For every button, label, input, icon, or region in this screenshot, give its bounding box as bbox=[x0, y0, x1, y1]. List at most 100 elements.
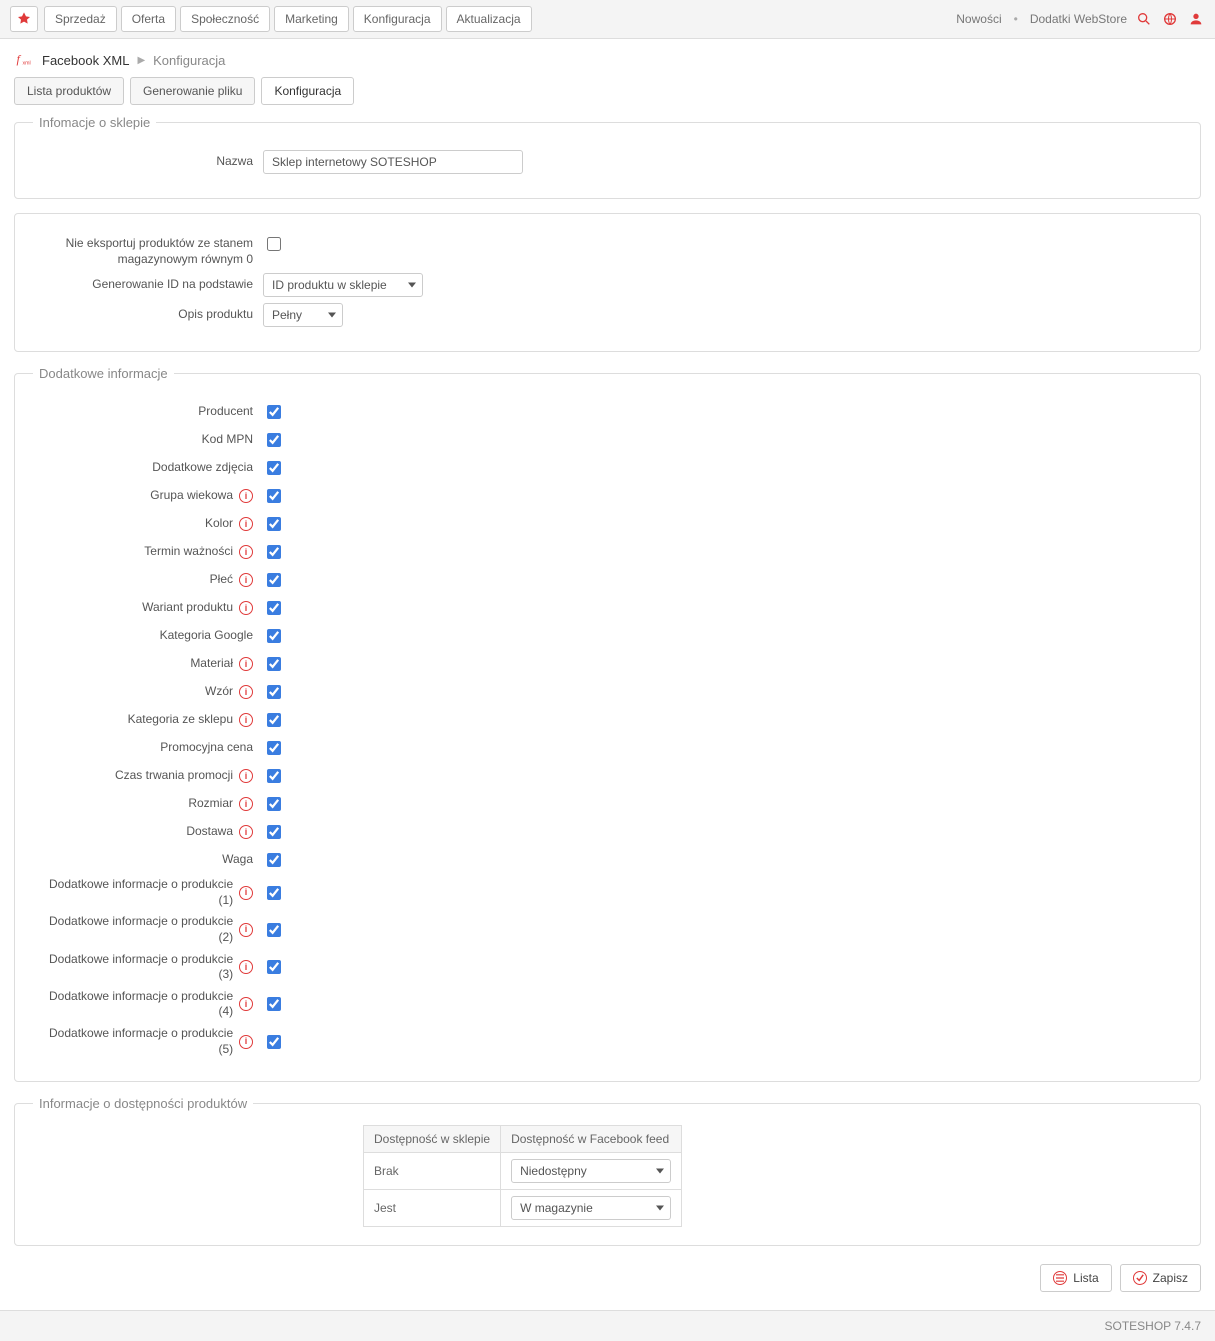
additional-checkbox[interactable] bbox=[267, 886, 281, 900]
additional-checkbox[interactable] bbox=[267, 433, 281, 447]
additional-checkbox[interactable] bbox=[267, 825, 281, 839]
svg-text:xml: xml bbox=[23, 61, 31, 67]
additional-row: Kategoria Google bbox=[33, 625, 1182, 647]
separator-dot: • bbox=[1014, 12, 1018, 26]
availability-select[interactable]: W magazynie bbox=[511, 1196, 671, 1220]
gen-id-value: ID produktu w sklepie bbox=[272, 278, 387, 292]
additional-checkbox[interactable] bbox=[267, 517, 281, 531]
info-icon[interactable] bbox=[239, 517, 253, 531]
webstore-link[interactable]: Dodatki WebStore bbox=[1030, 12, 1127, 26]
topbar: SprzedażOfertaSpołecznośćMarketingKonfig… bbox=[0, 0, 1215, 39]
nav-aktualizacja[interactable]: Aktualizacja bbox=[446, 6, 532, 32]
additional-label: Dodatkowe informacje o produkcie (5) bbox=[33, 1026, 263, 1057]
additional-row: Dodatkowe informacje o produkcie (4) bbox=[33, 989, 1182, 1020]
additional-row: Rozmiar bbox=[33, 793, 1182, 815]
additional-label: Płeć bbox=[33, 572, 263, 588]
version-label: SOTESHOP 7.4.7 bbox=[1105, 1319, 1202, 1333]
additional-label: Dodatkowe informacje o produkcie (2) bbox=[33, 914, 263, 945]
user-icon[interactable] bbox=[1187, 10, 1205, 28]
additional-checkbox[interactable] bbox=[267, 685, 281, 699]
info-icon[interactable] bbox=[239, 1035, 253, 1049]
additional-checkbox[interactable] bbox=[267, 405, 281, 419]
info-icon[interactable] bbox=[239, 685, 253, 699]
additional-checkbox[interactable] bbox=[267, 545, 281, 559]
info-icon[interactable] bbox=[239, 923, 253, 937]
additional-checkbox[interactable] bbox=[267, 601, 281, 615]
additional-label: Kategoria ze sklepu bbox=[33, 712, 263, 728]
additional-row: Termin ważności bbox=[33, 541, 1182, 563]
additional-label: Waga bbox=[33, 852, 263, 868]
info-icon[interactable] bbox=[239, 825, 253, 839]
additional-row: Dodatkowe informacje o produkcie (5) bbox=[33, 1026, 1182, 1057]
fieldset-availability: Informacje o dostępności produktów Dostę… bbox=[14, 1096, 1201, 1246]
desc-label: Opis produktu bbox=[33, 307, 263, 323]
info-icon[interactable] bbox=[239, 797, 253, 811]
additional-checkbox[interactable] bbox=[267, 1035, 281, 1049]
desc-select[interactable]: Pełny bbox=[263, 303, 343, 327]
info-icon[interactable] bbox=[239, 657, 253, 671]
additional-checkbox[interactable] bbox=[267, 713, 281, 727]
globe-icon[interactable] bbox=[1161, 10, 1179, 28]
availability-select[interactable]: Niedostępny bbox=[511, 1159, 671, 1183]
info-icon[interactable] bbox=[239, 997, 253, 1011]
nav-oferta[interactable]: Oferta bbox=[121, 6, 176, 32]
legend-additional-info: Dodatkowe informacje bbox=[33, 366, 174, 381]
additional-checkbox[interactable] bbox=[267, 769, 281, 783]
search-icon[interactable] bbox=[1135, 10, 1153, 28]
additional-row: Dodatkowe informacje o produkcie (3) bbox=[33, 952, 1182, 983]
list-icon bbox=[1053, 1271, 1067, 1285]
additional-row: Dodatkowe zdjęcia bbox=[33, 457, 1182, 479]
name-input[interactable] bbox=[263, 150, 523, 174]
info-icon[interactable] bbox=[239, 573, 253, 587]
topbar-right: Nowości • Dodatki WebStore bbox=[956, 10, 1205, 28]
logo-button[interactable] bbox=[10, 6, 38, 32]
additional-label: Kod MPN bbox=[33, 432, 263, 448]
additional-row: Kolor bbox=[33, 513, 1182, 535]
info-icon[interactable] bbox=[239, 713, 253, 727]
logo-icon bbox=[16, 11, 32, 27]
check-icon bbox=[1133, 1271, 1147, 1285]
news-link[interactable]: Nowości bbox=[956, 12, 1001, 26]
gen-id-select[interactable]: ID produktu w sklepie bbox=[263, 273, 423, 297]
additional-checkbox[interactable] bbox=[267, 461, 281, 475]
additional-checkbox[interactable] bbox=[267, 573, 281, 587]
additional-checkbox[interactable] bbox=[267, 797, 281, 811]
th-fb-availability: Dostępność w Facebook feed bbox=[501, 1126, 682, 1153]
chevron-down-icon bbox=[656, 1206, 664, 1211]
tab-generowanie-pliku[interactable]: Generowanie pliku bbox=[130, 77, 255, 105]
additional-label: Termin ważności bbox=[33, 544, 263, 560]
info-icon[interactable] bbox=[239, 545, 253, 559]
legend-store-info: Infomacje o sklepie bbox=[33, 115, 156, 130]
chevron-right-icon: ▶ bbox=[137, 55, 145, 66]
tab-lista-produktów[interactable]: Lista produktów bbox=[14, 77, 124, 105]
additional-checkbox[interactable] bbox=[267, 741, 281, 755]
additional-label: Materiał bbox=[33, 656, 263, 672]
additional-row: Producent bbox=[33, 401, 1182, 423]
nav-sprzedaż[interactable]: Sprzedaż bbox=[44, 6, 117, 32]
additional-row: Dodatkowe informacje o produkcie (1) bbox=[33, 877, 1182, 908]
additional-checkbox[interactable] bbox=[267, 997, 281, 1011]
additional-label: Dodatkowe informacje o produkcie (3) bbox=[33, 952, 263, 983]
additional-checkbox[interactable] bbox=[267, 657, 281, 671]
footer-actions: Lista Zapisz bbox=[14, 1260, 1201, 1302]
page-footer: SOTESHOP 7.4.7 bbox=[0, 1310, 1215, 1341]
info-icon[interactable] bbox=[239, 886, 253, 900]
info-icon[interactable] bbox=[239, 960, 253, 974]
additional-checkbox[interactable] bbox=[267, 853, 281, 867]
list-button[interactable]: Lista bbox=[1040, 1264, 1111, 1292]
nav-konfiguracja[interactable]: Konfiguracja bbox=[353, 6, 442, 32]
no-export-checkbox[interactable] bbox=[267, 237, 281, 251]
tab-konfiguracja[interactable]: Konfiguracja bbox=[261, 77, 354, 105]
info-icon[interactable] bbox=[239, 489, 253, 503]
nav-społeczność[interactable]: Społeczność bbox=[180, 6, 270, 32]
additional-checkbox[interactable] bbox=[267, 923, 281, 937]
nav-marketing[interactable]: Marketing bbox=[274, 6, 349, 32]
save-button[interactable]: Zapisz bbox=[1120, 1264, 1201, 1292]
chevron-down-icon bbox=[328, 313, 336, 318]
additional-checkbox[interactable] bbox=[267, 489, 281, 503]
additional-label: Rozmiar bbox=[33, 796, 263, 812]
additional-checkbox[interactable] bbox=[267, 629, 281, 643]
info-icon[interactable] bbox=[239, 769, 253, 783]
additional-checkbox[interactable] bbox=[267, 960, 281, 974]
info-icon[interactable] bbox=[239, 601, 253, 615]
